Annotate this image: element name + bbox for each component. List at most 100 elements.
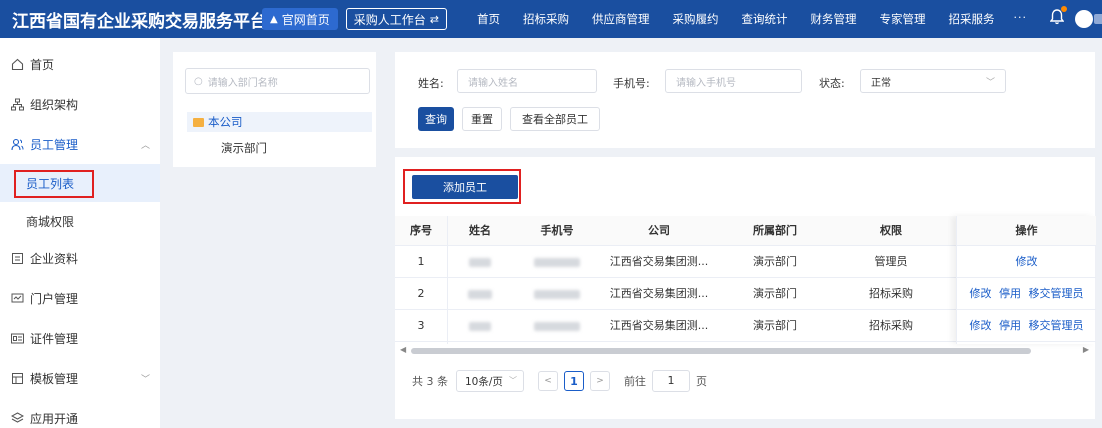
cell-department: 演示部门 bbox=[753, 287, 797, 300]
phone-placeholder: 请输入手机号 bbox=[676, 77, 736, 89]
sidebar-item-certificates[interactable]: 证件管理 bbox=[0, 318, 160, 358]
goto-label: 前往 bbox=[624, 375, 646, 388]
sidebar-item-employees[interactable]: 员工管理 ︿ bbox=[0, 124, 160, 164]
app-icon bbox=[10, 411, 24, 425]
actions-group: 修改 停用 移交管理员 bbox=[957, 278, 1096, 310]
col-department: 所属部门 bbox=[753, 224, 797, 237]
phone-input[interactable]: 请输入手机号 bbox=[665, 69, 802, 93]
cell-company: 江西省交易集团测... bbox=[609, 287, 709, 300]
sidebar-item-org[interactable]: 组织架构 bbox=[0, 84, 160, 124]
transfer-admin-link[interactable]: 移交管理员 bbox=[1029, 287, 1084, 300]
total-count: 共 3 条 bbox=[412, 375, 448, 388]
template-icon bbox=[10, 371, 24, 385]
portal-icon bbox=[10, 291, 24, 305]
col-phone: 手机号 bbox=[540, 224, 574, 237]
nav-supplier[interactable]: 供应商管理 bbox=[592, 11, 650, 27]
highlight-box-employee-list bbox=[14, 170, 94, 198]
tree-node-demo-dept[interactable]: 演示部门 bbox=[221, 140, 267, 156]
sidebar-item-home[interactable]: 首页 bbox=[0, 44, 160, 84]
workbench-label: 采购人工作台 bbox=[353, 12, 426, 27]
nav-expert[interactable]: 专家管理 bbox=[879, 11, 925, 27]
col-company: 公司 bbox=[648, 224, 670, 237]
avatar[interactable] bbox=[1075, 10, 1093, 28]
tree-node-company[interactable]: 本公司 bbox=[187, 112, 372, 132]
home-icon bbox=[10, 57, 24, 71]
chevron-down-icon: ﹀ bbox=[985, 78, 995, 88]
status-select[interactable]: 正常 ﹀ bbox=[860, 69, 1006, 93]
name-input[interactable]: 请输入姓名 bbox=[457, 69, 597, 93]
filter-panel: 姓名: 请输入姓名 手机号: 请输入手机号 状态: 正常 ﹀ 查询 重置 查看全… bbox=[395, 52, 1095, 148]
nav-finance[interactable]: 财务管理 bbox=[810, 11, 856, 27]
sidebar-item-label: 企业资料 bbox=[30, 251, 79, 266]
cell-index: 2 bbox=[417, 287, 425, 300]
dept-search-input[interactable]: ○ 请输入部门名称 bbox=[185, 68, 370, 94]
employee-table-panel: 添加员工 序号 姓名 手机号 公司 所属部门 权限 1 江西省交易集团测... … bbox=[395, 157, 1096, 419]
org-chart-icon bbox=[10, 97, 24, 111]
sidebar-item-label: 应用开通 bbox=[30, 411, 79, 426]
name-label: 姓名: bbox=[418, 77, 444, 90]
status-value: 正常 bbox=[871, 77, 891, 89]
more-icon[interactable]: ··· bbox=[1013, 11, 1027, 27]
scroll-left-icon[interactable]: ◀ bbox=[400, 345, 406, 354]
edit-link[interactable]: 修改 bbox=[970, 319, 992, 332]
actions-cell: 修改 停用 移交管理员 bbox=[957, 278, 1096, 310]
official-home-button[interactable]: ▲ 官网首页 bbox=[262, 8, 338, 30]
username-redacted bbox=[1094, 14, 1102, 24]
sidebar-item-apps[interactable]: 应用开通 bbox=[0, 398, 160, 428]
name-placeholder: 请输入姓名 bbox=[468, 77, 518, 89]
horizontal-scrollbar[interactable]: ◀ ▶ bbox=[395, 345, 1095, 355]
edit-link[interactable]: 修改 bbox=[970, 287, 992, 300]
sidebar-item-label: 模板管理 bbox=[30, 371, 79, 386]
nav-performance[interactable]: 采购履约 bbox=[672, 11, 718, 27]
actions-group: 修改 bbox=[957, 246, 1096, 278]
actions-group: 修改 停用 移交管理员 bbox=[957, 310, 1096, 342]
goto-suffix: 页 bbox=[696, 375, 707, 388]
highlight-box-add-employee bbox=[403, 169, 521, 204]
column-divider bbox=[447, 216, 448, 344]
view-all-employees-button[interactable]: 查看全部员工 bbox=[510, 107, 600, 131]
cell-name-redacted bbox=[447, 278, 513, 310]
cell-permission: 招标采购 bbox=[869, 319, 913, 332]
current-page[interactable]: 1 bbox=[564, 371, 584, 391]
cell-permission: 招标采购 bbox=[869, 287, 913, 300]
page-size-select[interactable]: 10条/页 ﹀ bbox=[456, 370, 524, 392]
cell-phone-redacted bbox=[513, 278, 601, 310]
cell-permission: 管理员 bbox=[874, 255, 908, 268]
sidebar: 首页 组织架构 员工管理 ︿ 员工列表 商城权限 企业资料 门户管理 证件管理 … bbox=[0, 38, 160, 428]
prev-page-button[interactable]: < bbox=[538, 371, 558, 391]
notification-dot bbox=[1061, 6, 1067, 12]
official-home-label: 官网首页 bbox=[281, 12, 330, 27]
workbench-button[interactable]: 采购人工作台 ⇄ bbox=[345, 8, 447, 30]
goto-page-input[interactable]: 1 bbox=[652, 370, 690, 392]
next-page-button[interactable]: > bbox=[590, 371, 610, 391]
cell-name-redacted bbox=[447, 246, 513, 278]
sidebar-item-portal[interactable]: 门户管理 bbox=[0, 278, 160, 318]
nav-tender[interactable]: 招标采购 bbox=[523, 11, 569, 27]
sidebar-item-label: 组织架构 bbox=[30, 97, 79, 112]
edit-link[interactable]: 修改 bbox=[1016, 255, 1038, 268]
cell-phone-redacted bbox=[513, 246, 601, 278]
sidebar-item-templates[interactable]: 模板管理 ﹀ bbox=[0, 358, 160, 398]
cell-index: 1 bbox=[417, 255, 425, 268]
pagination: 共 3 条 10条/页 ﹀ < 1 > 前往 1 页 bbox=[412, 370, 707, 392]
sidebar-sub-mall-permissions[interactable]: 商城权限 bbox=[0, 202, 160, 240]
scroll-right-icon[interactable]: ▶ bbox=[1083, 345, 1089, 354]
scrollbar-thumb[interactable] bbox=[411, 348, 1031, 354]
top-nav: 首页 招标采购 供应商管理 采购履约 查询统计 财务管理 专家管理 招采服务 ·… bbox=[477, 11, 1027, 27]
swap-icon: ⇄ bbox=[429, 12, 439, 26]
transfer-admin-link[interactable]: 移交管理员 bbox=[1029, 319, 1084, 332]
page-size-value: 10条/页 bbox=[465, 375, 503, 388]
tree-node-label: 本公司 bbox=[208, 115, 243, 129]
nav-statistics[interactable]: 查询统计 bbox=[741, 11, 787, 27]
nav-service[interactable]: 招采服务 bbox=[948, 11, 994, 27]
query-button[interactable]: 查询 bbox=[418, 107, 454, 131]
col-index: 序号 bbox=[410, 224, 432, 237]
sidebar-item-company-info[interactable]: 企业资料 bbox=[0, 238, 160, 278]
nav-home[interactable]: 首页 bbox=[477, 11, 500, 27]
col-name: 姓名 bbox=[469, 224, 491, 237]
sidebar-item-label: 证件管理 bbox=[30, 331, 79, 346]
reset-button[interactable]: 重置 bbox=[462, 107, 502, 131]
disable-link[interactable]: 停用 bbox=[999, 287, 1021, 300]
department-panel: ○ 请输入部门名称 本公司 演示部门 bbox=[173, 52, 376, 167]
disable-link[interactable]: 停用 bbox=[999, 319, 1021, 332]
